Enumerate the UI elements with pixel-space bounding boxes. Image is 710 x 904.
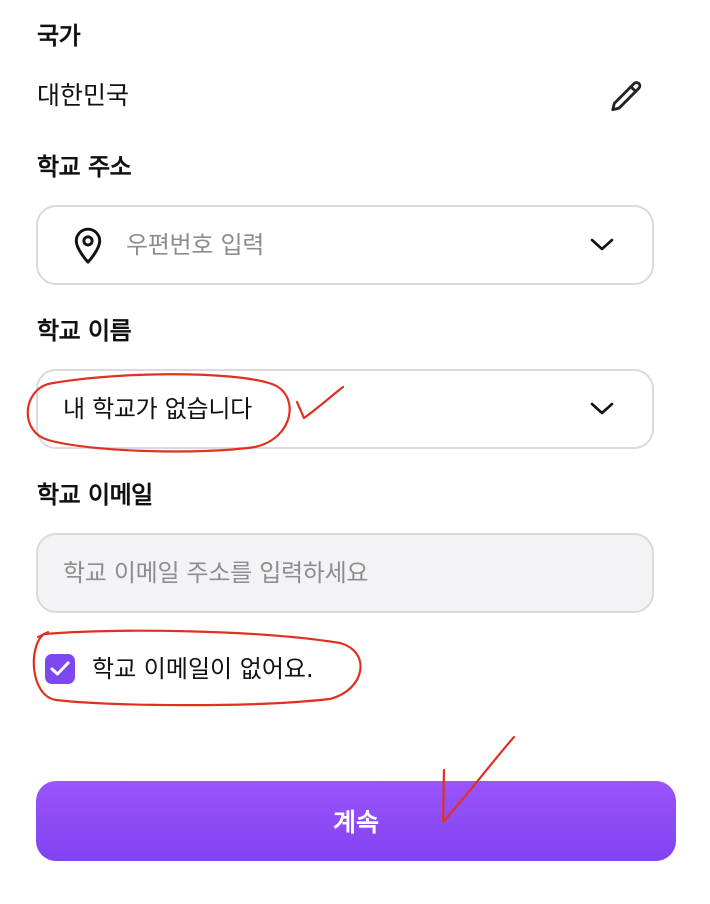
school-info-form: 국가 대한민국 학교 주소 우편번호 입력 학교 이름 내 학교가 없습니다 학… [0,0,710,904]
checkmark-icon [50,661,70,676]
handwritten-annotations [26,373,516,824]
country-label: 국가 [37,22,81,50]
no-school-email-label: 학교 이메일이 없어요. [92,655,314,683]
school-address-placeholder: 우편번호 입력 [126,231,265,259]
continue-button[interactable]: 계속 [36,781,676,861]
pencil-icon [611,81,642,112]
country-value: 대한민국 [37,81,130,110]
school-email-placeholder: 학교 이메일 주소를 입력하세요 [63,559,369,587]
continue-button-label: 계속 [332,808,379,837]
no-school-email-checkbox[interactable] [45,654,75,684]
chevron-down-icon [588,395,616,423]
school-address-dropdown[interactable]: 우편번호 입력 [36,205,654,285]
school-name-dropdown[interactable]: 내 학교가 없습니다 [36,369,654,449]
map-pin-icon [70,227,106,265]
edit-country-button[interactable] [605,75,649,119]
school-name-value: 내 학교가 없습니다 [63,395,252,423]
school-email-label: 학교 이메일 [37,481,153,509]
school-address-label: 학교 주소 [37,153,132,181]
no-school-email-option[interactable]: 학교 이메일이 없어요. [45,653,314,685]
school-email-input[interactable]: 학교 이메일 주소를 입력하세요 [36,533,654,613]
chevron-down-icon [588,231,616,259]
annotation-tick-checkbox [37,631,49,638]
school-name-label: 학교 이름 [37,317,132,345]
